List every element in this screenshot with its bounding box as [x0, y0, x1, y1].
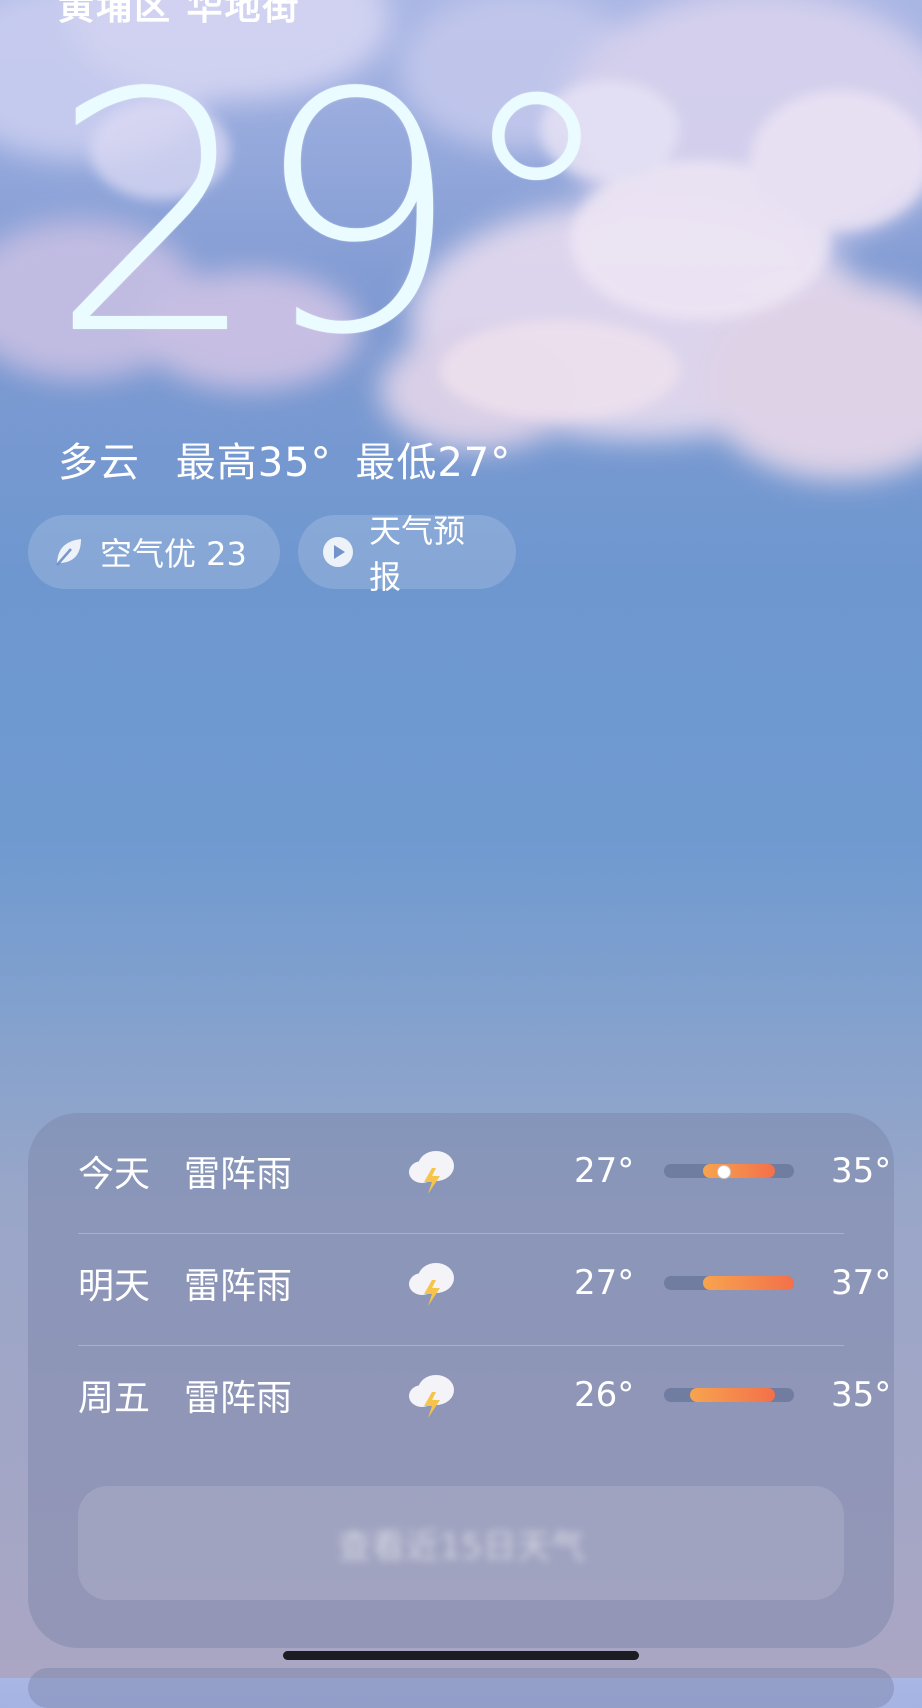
thunderstorm-icon	[409, 1151, 454, 1194]
low-temp: 27°	[574, 1263, 635, 1303]
temp-range-fill	[703, 1164, 775, 1178]
current-condition: 多云	[58, 440, 140, 486]
daily-forecast-card: 今天 雷阵雨 27° 35° 明天 雷阵雨 27° 37° 周五 雷阵雨 26°…	[28, 1113, 894, 1648]
more-days-forecast-button[interactable]: 查看近15日天气	[78, 1486, 844, 1600]
air-quality-chip[interactable]: 空气优 23	[28, 515, 280, 589]
current-temperature: 29°	[50, 23, 619, 407]
weather-summary: 多云 最高35° 最低27°	[58, 430, 533, 488]
high-temp: 37°	[831, 1263, 892, 1303]
thunderstorm-icon	[409, 1375, 454, 1418]
current-temp-marker	[716, 1165, 731, 1179]
low-temp: 27°	[574, 1151, 635, 1191]
next-card	[28, 1668, 894, 1708]
leaf-icon	[50, 534, 86, 570]
high-temp: 35°	[831, 1151, 892, 1191]
condition-label: 雷阵雨	[184, 1154, 293, 1195]
play-icon	[320, 534, 355, 570]
forecast-row-today[interactable]: 今天 雷阵雨 27° 35°	[78, 1115, 891, 1227]
temp-range-bar	[664, 1388, 794, 1402]
temp-range-bar	[664, 1276, 794, 1290]
temp-range-fill	[690, 1388, 775, 1402]
high-temp: 最高35°	[175, 440, 332, 486]
weather-forecast-chip[interactable]: 天气预报	[298, 512, 516, 596]
forecast-label: 天气预报	[369, 512, 466, 596]
temp-range-bar	[664, 1164, 794, 1179]
condition-label: 雷阵雨	[184, 1266, 293, 1307]
low-temp: 最低27°	[355, 440, 512, 486]
high-temp: 35°	[831, 1375, 892, 1415]
forecast-row-friday[interactable]: 周五 雷阵雨 26° 35°	[78, 1339, 891, 1451]
home-indicator[interactable]	[283, 1651, 639, 1660]
temp-range-fill	[703, 1276, 794, 1290]
day-label: 今天	[78, 1154, 151, 1195]
day-label: 明天	[78, 1266, 151, 1307]
air-quality-label: 空气优 23	[100, 535, 247, 573]
low-temp: 26°	[574, 1375, 635, 1415]
forecast-row-tomorrow[interactable]: 明天 雷阵雨 27° 37°	[78, 1227, 891, 1339]
day-label: 周五	[78, 1378, 151, 1419]
more-days-label: 查看近15日天气	[337, 1526, 585, 1567]
condition-label: 雷阵雨	[184, 1378, 293, 1419]
thunderstorm-icon	[409, 1263, 454, 1306]
